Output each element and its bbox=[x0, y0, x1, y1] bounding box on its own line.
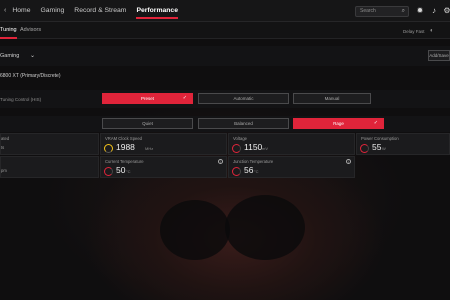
check-icon: ✓ bbox=[182, 95, 187, 101]
gpu-name: 6800 XT (Primary/Discrete) bbox=[0, 73, 61, 79]
metric-card-power: Power Consumption 55 W bbox=[356, 133, 450, 155]
metric-unit: MHz bbox=[145, 146, 154, 151]
metric-card-junction-temp: Junction Temperature i 56 °C bbox=[228, 156, 355, 178]
metric-unit: °C bbox=[126, 169, 131, 174]
search-input[interactable]: Search ⌕ bbox=[355, 6, 409, 17]
metric-value: 55 bbox=[372, 142, 382, 152]
metric-card-current-temp: Current Temperature i 50 °C bbox=[100, 156, 227, 178]
rage-button[interactable]: Rage ✓ bbox=[293, 118, 384, 129]
metric-value: 1150 bbox=[244, 142, 263, 152]
metric-label: Current Temperature bbox=[105, 159, 144, 164]
nav-home[interactable]: Home bbox=[12, 0, 30, 22]
metric-unit: °C bbox=[254, 169, 259, 174]
info-icon[interactable]: i bbox=[346, 159, 351, 164]
gear-icon[interactable]: ⚙ bbox=[442, 6, 450, 16]
sub-nav: Tuning Advisors Delay Fast ◐ bbox=[0, 22, 450, 39]
gauge-icon bbox=[360, 144, 369, 153]
metric-card-left-top: ated ts bbox=[0, 133, 99, 155]
metric-label: ated bbox=[1, 136, 10, 141]
nav-record-stream[interactable]: Record & Stream bbox=[74, 0, 126, 22]
gauge-icon bbox=[232, 167, 241, 176]
tuning-control-label: Tuning Control (HIS) bbox=[0, 97, 42, 102]
toggle-icon[interactable]: ◐ bbox=[430, 28, 434, 34]
metric-unit: W bbox=[382, 146, 386, 151]
back-icon[interactable]: ‹ bbox=[4, 7, 6, 14]
metric-label: Power Consumption bbox=[361, 136, 399, 141]
quiet-button[interactable]: Quiet bbox=[102, 118, 193, 129]
balanced-button[interactable]: Balanced bbox=[198, 118, 289, 129]
check-icon: ✓ bbox=[373, 120, 378, 126]
metric-unit: mV bbox=[262, 146, 268, 151]
metric-value: 1988 bbox=[116, 142, 135, 152]
profile-selector[interactable]: Gaming bbox=[0, 53, 19, 59]
app-window: ‹ Home Gaming Record & Stream Performanc… bbox=[0, 0, 450, 300]
gauge-icon bbox=[104, 144, 113, 153]
metric-value: 56 bbox=[244, 165, 254, 175]
metric-card-vram: VRAM Clock Speed 1988 MHz bbox=[100, 133, 227, 155]
gauge-icon bbox=[232, 144, 241, 153]
chevron-down-icon[interactable]: ⌄ bbox=[30, 52, 35, 59]
automatic-button[interactable]: Automatic bbox=[198, 93, 289, 104]
rage-label: Rage bbox=[333, 121, 344, 126]
nav-performance[interactable]: Performance bbox=[136, 0, 178, 22]
preset-row: Quiet Balanced Rage ✓ bbox=[0, 116, 450, 132]
preset-button[interactable]: Preset ✓ bbox=[102, 93, 193, 104]
metric-card-left-bottom: pm bbox=[0, 156, 99, 178]
metric-value: 50 bbox=[116, 165, 126, 175]
metric-label: Junction Temperature bbox=[233, 159, 274, 164]
background-fan-shape bbox=[160, 200, 230, 260]
tab-tuning[interactable]: Tuning bbox=[0, 27, 17, 39]
main-nav: ‹ Home Gaming Record & Stream Performanc… bbox=[0, 0, 188, 22]
metric-card-voltage: Voltage 1150 mV bbox=[228, 133, 355, 155]
top-bar: ‹ Home Gaming Record & Stream Performanc… bbox=[0, 0, 450, 22]
nav-gaming[interactable]: Gaming bbox=[40, 0, 64, 22]
metric-label: ts bbox=[1, 145, 5, 150]
save-profile-button[interactable]: Add/Save bbox=[428, 50, 450, 61]
status-label: Delay Fast bbox=[403, 29, 425, 34]
profile-row: Gaming ⌄ Add/Save bbox=[0, 46, 450, 66]
preset-label: Preset bbox=[140, 96, 154, 101]
manual-button[interactable]: Manual bbox=[293, 93, 371, 104]
bug-icon[interactable]: ✹ bbox=[415, 6, 425, 16]
gauge-icon bbox=[104, 167, 113, 176]
bell-icon[interactable]: ♪ bbox=[429, 6, 439, 16]
search-placeholder: Search bbox=[360, 8, 376, 14]
search-icon: ⌕ bbox=[401, 8, 405, 14]
background-fan-shape bbox=[225, 195, 305, 260]
info-icon[interactable]: i bbox=[218, 159, 223, 164]
metric-label: pm bbox=[1, 168, 7, 173]
tab-advisors[interactable]: Advisors bbox=[20, 27, 41, 33]
tuning-control-row: Tuning Control (HIS) Preset ✓ Automatic … bbox=[0, 90, 450, 108]
metric-label: Voltage bbox=[233, 136, 247, 141]
metric-label: VRAM Clock Speed bbox=[105, 136, 143, 141]
